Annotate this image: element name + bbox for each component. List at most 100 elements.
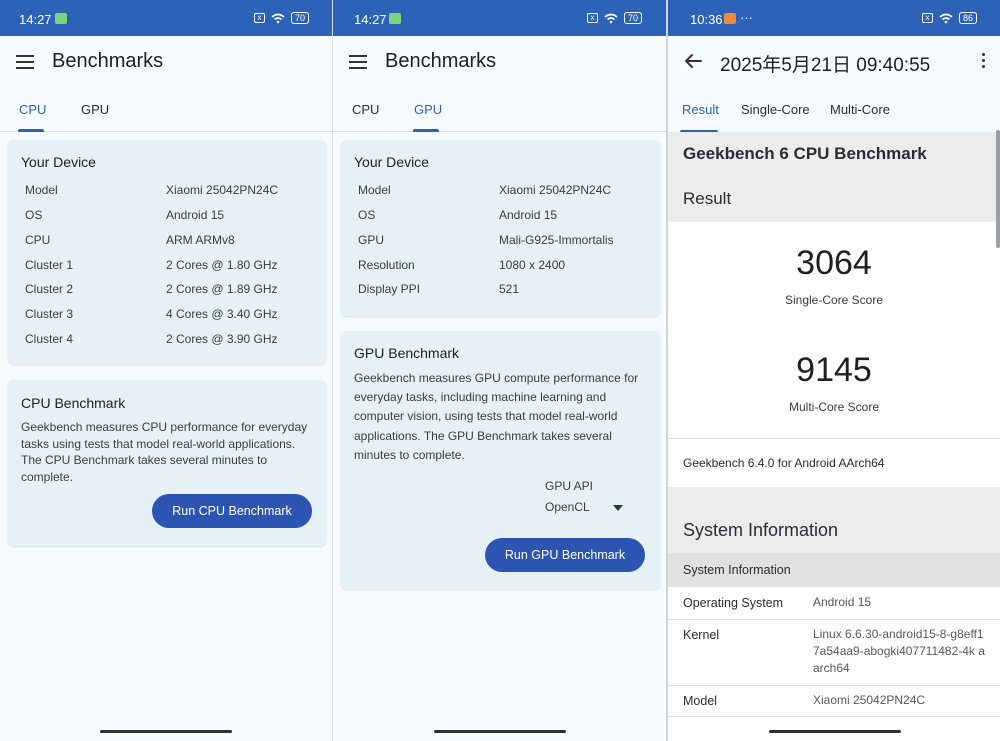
tab-multi-core[interactable]: Multi-Core: [830, 102, 890, 117]
row-value: 2 Cores @ 3.90 GHz: [166, 332, 278, 346]
single-core-score: 3064: [796, 244, 872, 282]
gpu-benchmark-card: GPU Benchmark Geekbench measures GPU com…: [341, 331, 660, 589]
row-label: CPU: [25, 233, 51, 247]
row-value: 521: [499, 282, 520, 296]
app-bar: Benchmarks: [333, 36, 666, 92]
tab-indicator: [18, 129, 44, 132]
result-heading: Result: [683, 189, 732, 208]
tab-result[interactable]: Result: [682, 102, 719, 117]
menu-icon[interactable]: [349, 55, 367, 69]
system-info-table: Operating System Android 15 Kernel Linux…: [668, 587, 1000, 741]
run-cpu-benchmark-button[interactable]: Run CPU Benchmark: [152, 494, 312, 528]
wifi-icon: [604, 13, 618, 23]
row-label: Kernel: [683, 628, 720, 642]
gpu-api-value: OpenCL: [545, 500, 590, 514]
card-description: Geekbench measures GPU compute performan…: [354, 371, 639, 462]
row-label: Model: [358, 183, 391, 197]
tab-single-core[interactable]: Single-Core: [741, 102, 810, 117]
gpu-api-select[interactable]: OpenCL: [545, 499, 627, 519]
battery-icon: 70: [291, 12, 310, 24]
row-label: Display PPI: [358, 282, 421, 296]
battery-icon: 70: [624, 12, 643, 24]
gesture-bar[interactable]: [769, 730, 901, 733]
row-label: OS: [25, 208, 43, 222]
status-time: 10:36: [690, 12, 723, 27]
card-title: Your Device: [354, 154, 429, 170]
tab-gpu[interactable]: GPU: [81, 102, 109, 117]
status-icons: x 70: [254, 12, 310, 24]
row-label: Model: [683, 694, 718, 708]
system-info-heading: System Information: [683, 520, 839, 540]
app-notification-icon: [389, 13, 401, 24]
geekbench-version: Geekbench 6.4.0 for Android AArch64: [683, 456, 885, 470]
menu-icon[interactable]: [16, 55, 34, 69]
phone-result-screen: 10:36 ··· x 86 2025年5月21日 09:40:55 Resul…: [666, 0, 1000, 741]
row-value: Android 15: [813, 595, 872, 609]
row-value: 2 Cores @ 1.89 GHz: [166, 282, 278, 296]
app-notification-icon: [55, 13, 67, 24]
tab-bar: Result Single-Core Multi-Core: [668, 92, 1000, 133]
close-box-icon: x: [254, 13, 265, 23]
system-info-subheading: System Information: [683, 563, 791, 577]
version-row: Geekbench 6.4.0 for Android AArch64: [668, 439, 1000, 487]
status-bar: 14:27 x 70: [0, 0, 332, 36]
row-label: GPU: [358, 233, 385, 247]
status-icons: x 86: [922, 12, 978, 24]
app-bar: Benchmarks: [0, 36, 332, 92]
card-title: CPU Benchmark: [21, 395, 126, 411]
divider: [668, 716, 1000, 717]
row-value: 4 Cores @ 3.40 GHz: [166, 307, 278, 321]
scrollbar[interactable]: [996, 130, 1000, 248]
back-arrow-icon[interactable]: [682, 50, 704, 72]
row-label: Model: [25, 183, 58, 197]
row-value: Mali-G925-Immortalis: [499, 233, 614, 247]
gesture-bar[interactable]: [100, 730, 232, 733]
status-time: 14:27: [354, 12, 387, 27]
cpu-benchmark-card: CPU Benchmark Geekbench measures CPU per…: [8, 380, 326, 546]
system-info-subheader: System Information: [668, 553, 1000, 587]
row-value: Android 15: [499, 208, 558, 222]
row-value: Linux 6.6.30-android15-8-g8eff17a54aa9-a…: [813, 627, 985, 675]
multi-core-score: 9145: [796, 351, 872, 389]
card-description: Geekbench measures CPU performance for e…: [21, 420, 308, 484]
card-title: GPU Benchmark: [354, 345, 460, 361]
benchmark-header: Geekbench 6 CPU Benchmark Result: [668, 132, 1000, 222]
row-value: ARM ARMv8: [166, 233, 235, 247]
tab-cpu[interactable]: CPU: [352, 102, 379, 117]
phone-cpu-screen: 14:27 x 70 Benchmarks CPU GPU Your Devic…: [0, 0, 332, 741]
row-label: Resolution: [358, 258, 415, 272]
row-value: 1080 x 2400: [499, 258, 566, 272]
card-title: Your Device: [21, 154, 96, 170]
row-value: 2 Cores @ 1.80 GHz: [166, 258, 278, 272]
tab-bar: CPU GPU: [0, 92, 332, 132]
result-date-title: 2025年5月21日 09:40:55: [720, 55, 931, 76]
app-bar: 2025年5月21日 09:40:55: [668, 36, 1000, 92]
status-time: 14:27: [19, 12, 52, 27]
run-gpu-benchmark-button[interactable]: Run GPU Benchmark: [485, 538, 645, 572]
row-value: Xiaomi 25042PN24C: [813, 693, 926, 707]
gpu-api-label: GPU API: [545, 479, 594, 493]
page-title: Benchmarks: [52, 50, 164, 72]
tab-cpu[interactable]: CPU: [19, 102, 46, 117]
row-value: Xiaomi 25042PN24C: [499, 183, 612, 197]
status-bar: 10:36 ··· x 86: [668, 0, 1000, 36]
single-core-label: Single-Core Score: [784, 293, 884, 307]
device-card: Your Device Model Xiaomi 25042PN24C OS A…: [341, 140, 660, 316]
row-label: Cluster 4: [25, 332, 74, 346]
wifi-icon: [939, 13, 953, 23]
tab-gpu[interactable]: GPU: [414, 102, 442, 117]
close-box-icon: x: [922, 13, 933, 23]
more-options-icon[interactable]: [982, 53, 986, 71]
divider: [668, 685, 1000, 686]
app-notification-icon: [724, 13, 736, 24]
row-label: Cluster 2: [25, 282, 74, 296]
multi-core-label: Multi-Core Score: [788, 400, 880, 414]
scores-panel: 3064 Single-Core Score 9145 Multi-Core S…: [668, 222, 1000, 438]
more-notifications-icon: ···: [740, 10, 753, 25]
phone-gpu-screen: 14:27 x 70 Benchmarks CPU GPU Your Devic…: [332, 0, 666, 741]
page-title: Benchmarks: [385, 50, 497, 72]
wifi-icon: [271, 13, 285, 23]
gesture-bar[interactable]: [434, 730, 566, 733]
divider: [668, 619, 1000, 620]
status-bar: 14:27 x 70: [333, 0, 666, 36]
